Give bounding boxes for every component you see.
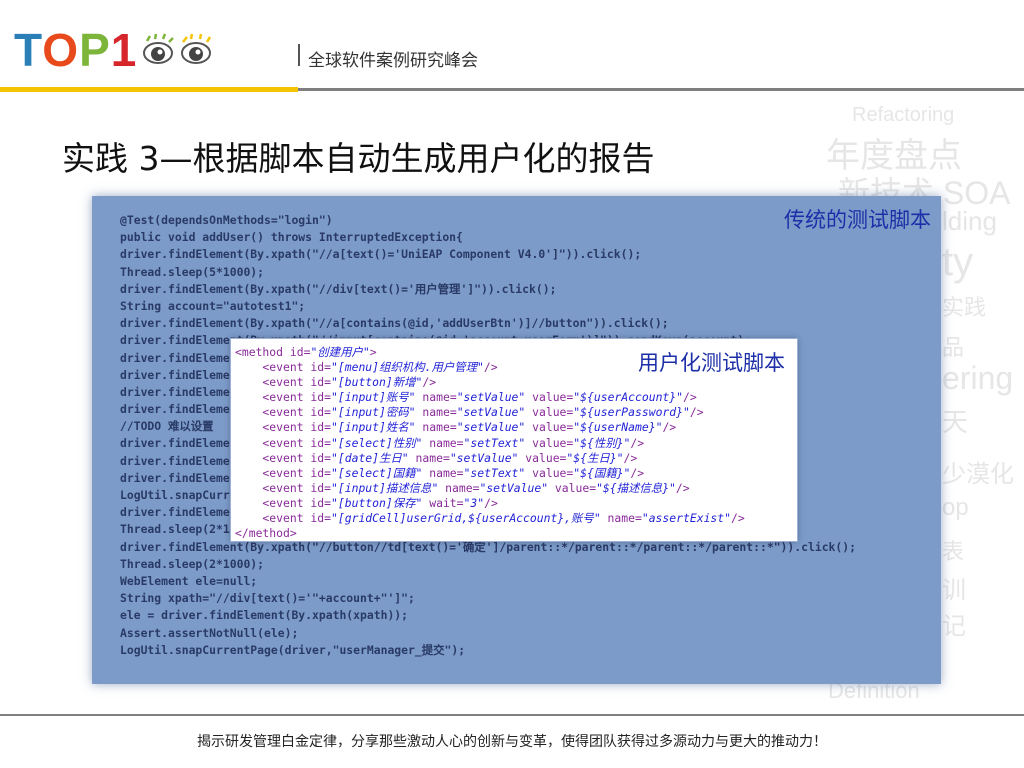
xml-line: <event id="[input]密码" name="setValue" va…	[235, 405, 704, 420]
watermark-word: 品	[942, 335, 965, 360]
header-rule	[298, 88, 1024, 91]
header-divider	[298, 44, 300, 66]
code-line: public void addUser() throws Interrupted…	[120, 230, 463, 245]
code-line: driver.findElement(By.xpath("//div[text(…	[120, 281, 557, 296]
footer-rule	[0, 714, 1024, 716]
header-rule-accent	[0, 87, 298, 92]
watermark-word: 记	[942, 613, 966, 640]
xml-line: <event id="[button]保存" wait="3"/>	[235, 495, 498, 510]
watermark-word: ering	[942, 360, 1014, 396]
code-line: driver.findElement(By.xpath("//a[text()=…	[120, 247, 642, 262]
code-line: String xpath="//div[text()='"+account+"'…	[120, 591, 415, 606]
watermark-word: 少漠化	[942, 461, 1014, 488]
xml-line: <event id="[date]生日" name="setValue" val…	[235, 450, 638, 465]
xml-line: <event id="[input]姓名" name="setValue" va…	[235, 420, 677, 435]
code-line: @Test(dependsOnMethods="login")	[120, 213, 333, 227]
eye-icon	[181, 33, 212, 64]
xml-line: <event id="[input]账号" name="setValue" va…	[235, 390, 697, 405]
xml-line: </method>	[235, 526, 297, 541]
watermark-word: op	[942, 494, 969, 521]
watermark-word: 实践	[942, 295, 987, 320]
code-line: ele = driver.findElement(By.xpath(xpath)…	[120, 608, 409, 623]
xml-line: <event id="[gridCell]userGrid,${userAcco…	[235, 511, 745, 526]
xml-line: <event id="[button]新增"/>	[235, 375, 437, 390]
watermark-word: 训	[942, 577, 966, 604]
watermark-word: lding	[942, 206, 997, 236]
eye-icon	[143, 33, 175, 64]
code-line: String account="autotest1";	[120, 298, 306, 313]
watermark-word: ty	[942, 240, 974, 284]
code-line: Thread.sleep(2*1000);	[120, 556, 265, 571]
custom-script-label: 用户化测试脚本	[638, 351, 785, 375]
header-tagline: 全球软件案例研究峰会	[308, 51, 478, 71]
code-line: Thread.sleep(5*1000);	[120, 264, 265, 279]
code-line: Assert.assertNotNull(ele);	[120, 625, 299, 640]
traditional-script-label: 传统的测试脚本	[784, 208, 931, 232]
slide-title: 实践 3—根据脚本自动生成用户化的报告	[62, 139, 655, 178]
logo-text: TOP1	[14, 24, 138, 76]
xml-line: <event id="[select]国籍" name="setText" va…	[235, 465, 645, 480]
logo-eyes-icon	[141, 33, 213, 67]
xml-line: <event id="[select]性别" name="setText" va…	[235, 435, 645, 450]
watermark-word: 表	[942, 539, 965, 564]
xml-line: <event id="[input]描述信息" name="setValue" …	[235, 480, 690, 495]
top1-logo: TOP1	[14, 26, 213, 74]
code-line: driver.findElement(By.xpath("//a[contain…	[120, 316, 669, 331]
code-line: WebElement ele=null;	[120, 573, 258, 588]
footer-slogan: 揭示研发管理白金定律，分享那些激动人心的创新与变革，使得团队获得过多源动力与更大…	[197, 734, 827, 750]
custom-script-box: <method id="创建用户"> <event id="[menu]组织机构…	[230, 338, 798, 542]
code-line: LogUtil.snapCurrentPage(driver,"userMana…	[120, 642, 466, 657]
watermark-word: Refactoring	[852, 104, 955, 126]
watermark-word: 天	[942, 407, 969, 437]
